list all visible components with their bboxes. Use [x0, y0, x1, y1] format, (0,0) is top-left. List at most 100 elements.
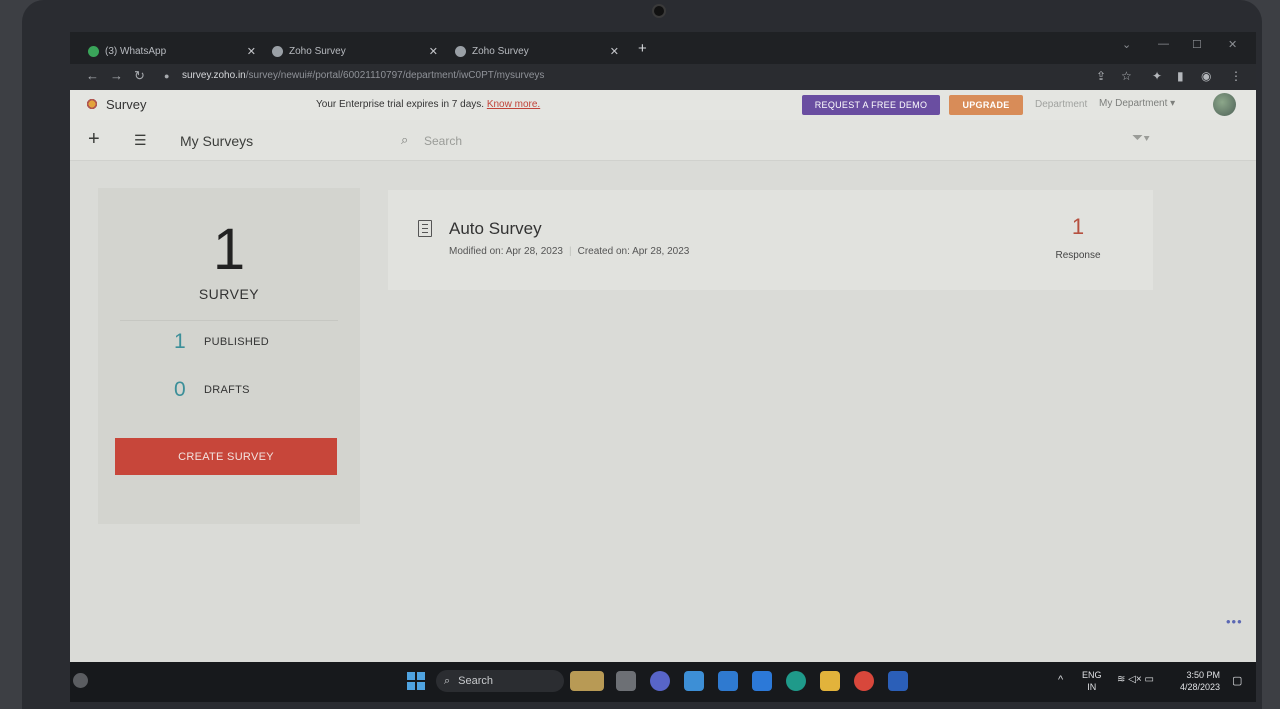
- modified-date: Modified on: Apr 28, 2023: [449, 246, 563, 257]
- tab-zoho-survey-2[interactable]: Zoho Survey ✕: [455, 38, 619, 64]
- edge-browser-icon[interactable]: [786, 671, 806, 691]
- back-icon[interactable]: ←: [86, 68, 99, 83]
- app-header: Survey Your Enterprise trial expires in …: [70, 90, 1256, 120]
- published-label: PUBLISHED: [204, 336, 270, 348]
- app-name: Survey: [106, 96, 147, 112]
- more-options-icon[interactable]: •••: [1226, 614, 1243, 629]
- tab-title: Zoho Survey: [472, 45, 529, 57]
- browser-tab-bar: (3) WhatsApp ✕ Zoho Survey ✕ Zoho Survey…: [70, 32, 1256, 64]
- create-survey-button[interactable]: CREATE SURVEY: [115, 438, 337, 475]
- response-count[interactable]: 1: [1058, 214, 1098, 240]
- survey-summary-panel: 1 SURVEY 1 PUBLISHED 0 DRAFTS CREATE SUR…: [98, 188, 360, 524]
- add-survey-button[interactable]: +: [88, 128, 100, 151]
- tab-whatsapp[interactable]: (3) WhatsApp ✕: [88, 38, 256, 64]
- survey-logo-icon: [84, 96, 100, 112]
- url-field[interactable]: survey.zoho.in/survey/newui#/portal/6002…: [182, 70, 544, 81]
- close-window-icon[interactable]: ✕: [1228, 38, 1237, 51]
- tab-title: (3) WhatsApp: [105, 45, 167, 57]
- survey-toolbar: + ☰ My Surveys ⌕ ⏷▾: [70, 120, 1256, 161]
- close-tab-icon[interactable]: ✕: [429, 45, 438, 58]
- survey-count: 1: [212, 217, 246, 282]
- trial-text: Your Enterprise trial expires in 7 days.: [316, 99, 485, 110]
- whatsapp-icon: [88, 45, 99, 57]
- laptop-bezel: (3) WhatsApp ✕ Zoho Survey ✕ Zoho Survey…: [22, 0, 1262, 709]
- published-stat[interactable]: 1 PUBLISHED: [174, 330, 269, 354]
- taskbar-search[interactable]: ⌕ Search: [436, 670, 564, 692]
- response-label: Response: [1055, 250, 1101, 261]
- taskbar-search-label: Search: [458, 675, 494, 687]
- word-icon[interactable]: [888, 671, 908, 691]
- app-logo[interactable]: Survey: [84, 96, 146, 112]
- taskbar: ⌕ Search ^ ENG IN ≋ ◁× ▭ 3:50 PM 4/28/202…: [70, 662, 1256, 702]
- whiteboard-icon[interactable]: [718, 671, 738, 691]
- search-icon: ⌕: [444, 674, 451, 687]
- extensions-icon[interactable]: ✦: [1152, 69, 1162, 83]
- windows-start-icon[interactable]: [407, 672, 425, 690]
- drafts-label: DRAFTS: [204, 384, 250, 396]
- page-title: My Surveys: [180, 133, 254, 149]
- close-tab-icon[interactable]: ✕: [610, 45, 619, 58]
- minimize-icon[interactable]: —: [1158, 38, 1169, 50]
- profile-icon[interactable]: ◉: [1201, 69, 1211, 83]
- trial-banner: Your Enterprise trial expires in 7 days.…: [316, 99, 540, 110]
- bookmark-star-icon[interactable]: ☆: [1121, 69, 1132, 83]
- survey-count-label: SURVEY: [198, 286, 260, 302]
- tab-search-icon[interactable]: ⌄: [1122, 38, 1131, 51]
- teams-chat-icon[interactable]: [650, 671, 670, 691]
- tab-zoho-survey-1[interactable]: Zoho Survey ✕: [272, 38, 438, 64]
- address-bar-row: ← → ↻ ● survey.zoho.in/survey/newui#/por…: [70, 64, 1256, 90]
- store-icon[interactable]: [752, 671, 772, 691]
- zoho-favicon-icon: [455, 45, 466, 57]
- system-tray-icons[interactable]: ≋ ◁× ▭: [1117, 674, 1154, 685]
- search-icon: ⌕: [401, 132, 409, 147]
- search-input[interactable]: [422, 130, 726, 152]
- time: 3:50 PM: [1186, 670, 1221, 680]
- webcam: [654, 6, 664, 16]
- date: 4/28/2023: [1180, 682, 1221, 692]
- request-demo-button[interactable]: REQUEST A FREE DEMO: [802, 95, 940, 115]
- tab-title: Zoho Survey: [289, 45, 346, 57]
- language-indicator[interactable]: ENG IN: [1082, 669, 1102, 693]
- survey-title[interactable]: Auto Survey: [449, 219, 542, 239]
- divider: [120, 320, 338, 321]
- lock-icon: ●: [164, 71, 170, 81]
- maximize-icon[interactable]: ☐: [1192, 38, 1202, 51]
- region-code: IN: [1087, 682, 1097, 692]
- screen: (3) WhatsApp ✕ Zoho Survey ✕ Zoho Survey…: [70, 32, 1256, 702]
- new-tab-button[interactable]: +: [638, 40, 647, 57]
- survey-meta: Modified on: Apr 28, 2023 | Created on: Ap…: [449, 246, 690, 257]
- drafts-count: 0: [174, 378, 186, 401]
- tray-overflow-icon[interactable]: ^: [1058, 674, 1063, 686]
- sidepanel-icon[interactable]: ▮: [1177, 69, 1184, 83]
- survey-card[interactable]: Auto Survey Modified on: Apr 28, 2023 | Cr…: [388, 190, 1153, 290]
- drafts-stat[interactable]: 0 DRAFTS: [174, 378, 250, 402]
- clock[interactable]: 3:50 PM 4/28/2023: [1180, 669, 1220, 693]
- file-explorer-icon[interactable]: [820, 671, 840, 691]
- know-more-link[interactable]: Know more.: [487, 99, 540, 110]
- avatar[interactable]: [1213, 93, 1236, 116]
- department-label: Department: [1035, 99, 1088, 110]
- notification-icon[interactable]: ▢: [1232, 674, 1242, 687]
- task-view-icon[interactable]: [616, 671, 636, 691]
- survey-document-icon: [418, 220, 432, 237]
- filter-icon[interactable]: ⏷▾: [1132, 129, 1150, 146]
- created-date: Created on: Apr 28, 2023: [577, 246, 690, 257]
- published-count: 1: [174, 330, 186, 353]
- forward-icon[interactable]: →: [110, 68, 123, 83]
- department-dropdown[interactable]: My Department ▾: [1099, 98, 1175, 109]
- close-tab-icon[interactable]: ✕: [247, 45, 256, 58]
- search-highlight-icon[interactable]: [570, 671, 604, 691]
- weather-widget-icon[interactable]: [73, 673, 88, 688]
- chrome-browser-icon[interactable]: [854, 671, 874, 691]
- menu-kebab-icon[interactable]: ⋮: [1230, 69, 1242, 83]
- main-content: 1 SURVEY 1 PUBLISHED 0 DRAFTS CREATE SUR…: [70, 161, 1256, 662]
- share-icon[interactable]: ⇪: [1096, 69, 1106, 83]
- url-path: /survey/newui#/portal/60021110797/depart…: [245, 70, 545, 81]
- url-domain: survey.zoho.in: [182, 70, 246, 81]
- reload-icon[interactable]: ↻: [134, 68, 145, 84]
- zoho-favicon-icon: [272, 45, 283, 57]
- list-view-icon[interactable]: ☰: [134, 132, 147, 149]
- upgrade-button[interactable]: UPGRADE: [949, 95, 1023, 115]
- mail-icon[interactable]: [684, 671, 704, 691]
- lang-code: ENG: [1082, 670, 1102, 680]
